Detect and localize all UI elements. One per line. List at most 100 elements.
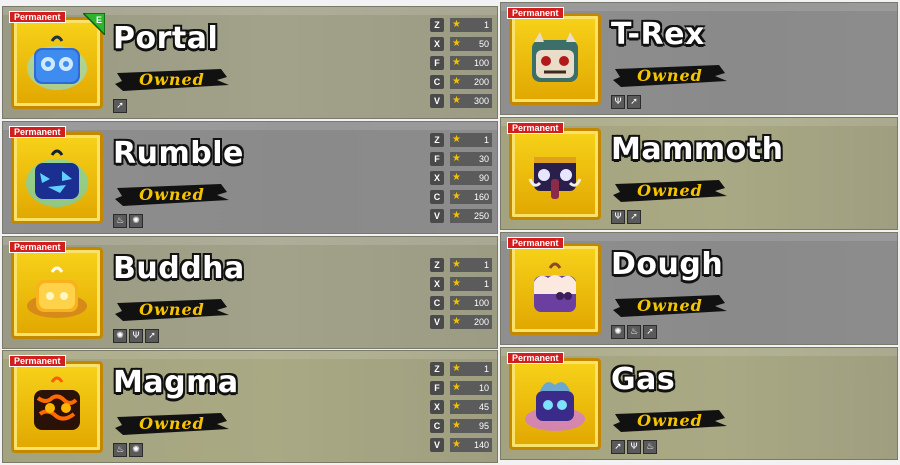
move-row: F ★ 10 — [430, 378, 494, 397]
permanent-tag: Permanent — [507, 352, 564, 364]
permanent-tag: Permanent — [507, 122, 564, 134]
star-icon: ★ — [452, 296, 461, 308]
key-badge: X — [430, 276, 444, 291]
star-icon: ★ — [452, 190, 461, 202]
dough-fruit-icon — [509, 243, 601, 335]
key-badge: F — [430, 380, 444, 395]
claw-icon: Ψ — [611, 210, 625, 224]
gear-icon: ✺ — [129, 443, 143, 457]
key-badge: C — [430, 295, 444, 310]
move-row: Z ★ 1 — [430, 130, 494, 149]
fire-icon: ♨ — [627, 325, 641, 339]
fruit-name: Buddha — [113, 251, 245, 286]
star-icon: ★ — [452, 152, 461, 164]
star-icon: ★ — [452, 75, 461, 87]
move-row: Z ★ 1 — [430, 359, 494, 378]
move-row: Z ★ 1 — [430, 15, 494, 34]
ability-icons: ➚ Ψ ♨ — [611, 440, 657, 454]
star-icon: ★ — [452, 94, 461, 106]
key-badge: Z — [430, 361, 444, 376]
fruit-card-magma[interactable]: Permanent Magma Owned ♨ ✺ Z ★ 1 F ★ 10 X ★ 45 … — [2, 350, 498, 463]
fruit-card-dough[interactable]: Permanent Dough Owned ✺ ♨ ➚ — [500, 232, 898, 345]
fruit-name: T-Rex — [611, 17, 705, 52]
key-badge: F — [430, 151, 444, 166]
fruit-name: Magma — [113, 365, 239, 400]
owned-label: Owned — [611, 408, 729, 434]
fruit-name: Dough — [611, 247, 724, 282]
key-badge: Z — [430, 17, 444, 32]
key-badge: V — [430, 93, 444, 108]
fruit-card-buddha[interactable]: Permanent Buddha Owned ✺ Ψ ➚ Z ★ 1 X ★ 1 C ★ 1… — [2, 236, 498, 349]
star-icon: ★ — [452, 381, 461, 393]
move-row: C ★ 95 — [430, 416, 494, 435]
owned-label: Owned — [113, 411, 231, 437]
permanent-tag: Permanent — [507, 237, 564, 249]
rumble-fruit-icon — [11, 132, 103, 224]
buddha-fruit-icon — [11, 247, 103, 339]
star-icon: ★ — [452, 315, 461, 327]
dash-icon: ➚ — [611, 440, 625, 454]
move-row: C ★ 160 — [430, 187, 494, 206]
star-icon: ★ — [452, 209, 461, 221]
key-badge: V — [430, 208, 444, 223]
ability-icons: ➚ — [113, 99, 127, 113]
key-badge: C — [430, 418, 444, 433]
move-list: Z ★ 1 F ★ 30 X ★ 90 C ★ 160 V ★ 250 — [430, 130, 494, 225]
fruit-card-portal[interactable]: Permanent E Portal Owned ➚ Z★1 X★50 — [2, 6, 498, 119]
move-row: V ★ 300 — [430, 91, 494, 110]
key-badge: Z — [430, 132, 444, 147]
star-icon: ★ — [452, 171, 461, 183]
star-icon: ★ — [452, 56, 461, 68]
fire-icon: ♨ — [113, 443, 127, 457]
permanent-tag: Permanent — [9, 355, 66, 367]
dash-icon: ➚ — [145, 329, 159, 343]
move-row: C ★ 100 — [430, 293, 494, 312]
move-list: Z ★ 1 F ★ 10 X ★ 45 C ★ 95 V ★ 140 — [430, 359, 494, 454]
permanent-tag: Permanent — [9, 126, 66, 138]
move-list: Z ★ 1 X ★ 50 F ★ 100 C ★ 200 V ★ 300 — [430, 15, 494, 110]
key-badge: X — [430, 36, 444, 51]
fruit-card-t-rex[interactable]: Permanent T-Rex Owned Ψ ➚ — [500, 2, 898, 115]
claw-icon: Ψ — [129, 329, 143, 343]
move-row: X ★ 50 — [430, 34, 494, 53]
move-row: V ★ 250 — [430, 206, 494, 225]
key-badge: X — [430, 170, 444, 185]
star-icon: ★ — [452, 362, 461, 374]
ability-icons: ✺ ♨ ➚ — [611, 325, 657, 339]
claw-icon: Ψ — [611, 95, 625, 109]
owned-label: Owned — [113, 182, 231, 208]
svg-text:E: E — [96, 15, 102, 25]
ability-icons: Ψ ➚ — [611, 95, 641, 109]
move-row: F ★ 30 — [430, 149, 494, 168]
move-row: F ★ 100 — [430, 53, 494, 72]
star-icon: ★ — [452, 133, 461, 145]
move-row: X ★ 1 — [430, 274, 494, 293]
key-badge: F — [430, 55, 444, 70]
gear-icon: ✺ — [611, 325, 625, 339]
owned-label: Owned — [113, 67, 231, 93]
magma-fruit-icon — [11, 361, 103, 453]
dash-icon: ➚ — [627, 95, 641, 109]
move-row: V ★ 200 — [430, 312, 494, 331]
ability-icons: ♨ ✺ — [113, 214, 143, 228]
owned-label: Owned — [611, 178, 729, 204]
key-badge: C — [430, 74, 444, 89]
key-badge: V — [430, 437, 444, 452]
permanent-tag: Permanent — [507, 7, 564, 19]
gear-icon: ✺ — [113, 329, 127, 343]
fruit-name: Gas — [611, 362, 676, 397]
dash-icon: ➚ — [113, 99, 127, 113]
move-list: Z ★ 1 X ★ 1 C ★ 100 V ★ 200 — [430, 255, 494, 331]
fruit-card-rumble[interactable]: Permanent Rumble Owned ♨ ✺ Z ★ 1 F ★ 30 X ★ 90… — [2, 121, 498, 234]
fruit-card-mammoth[interactable]: Permanent Mammoth Owned Ψ ➚ — [500, 117, 898, 230]
fire-icon: ♨ — [643, 440, 657, 454]
dash-icon: ➚ — [627, 210, 641, 224]
fruit-name: Mammoth — [611, 132, 784, 167]
move-row: C ★ 200 — [430, 72, 494, 91]
owned-label: Owned — [611, 63, 729, 89]
move-row: Z ★ 1 — [430, 255, 494, 274]
key-badge: Z — [430, 257, 444, 272]
star-icon: ★ — [452, 438, 461, 450]
fruit-card-gas[interactable]: Permanent Gas Owned ➚ Ψ ♨ — [500, 347, 898, 460]
mammoth-fruit-icon — [509, 128, 601, 220]
